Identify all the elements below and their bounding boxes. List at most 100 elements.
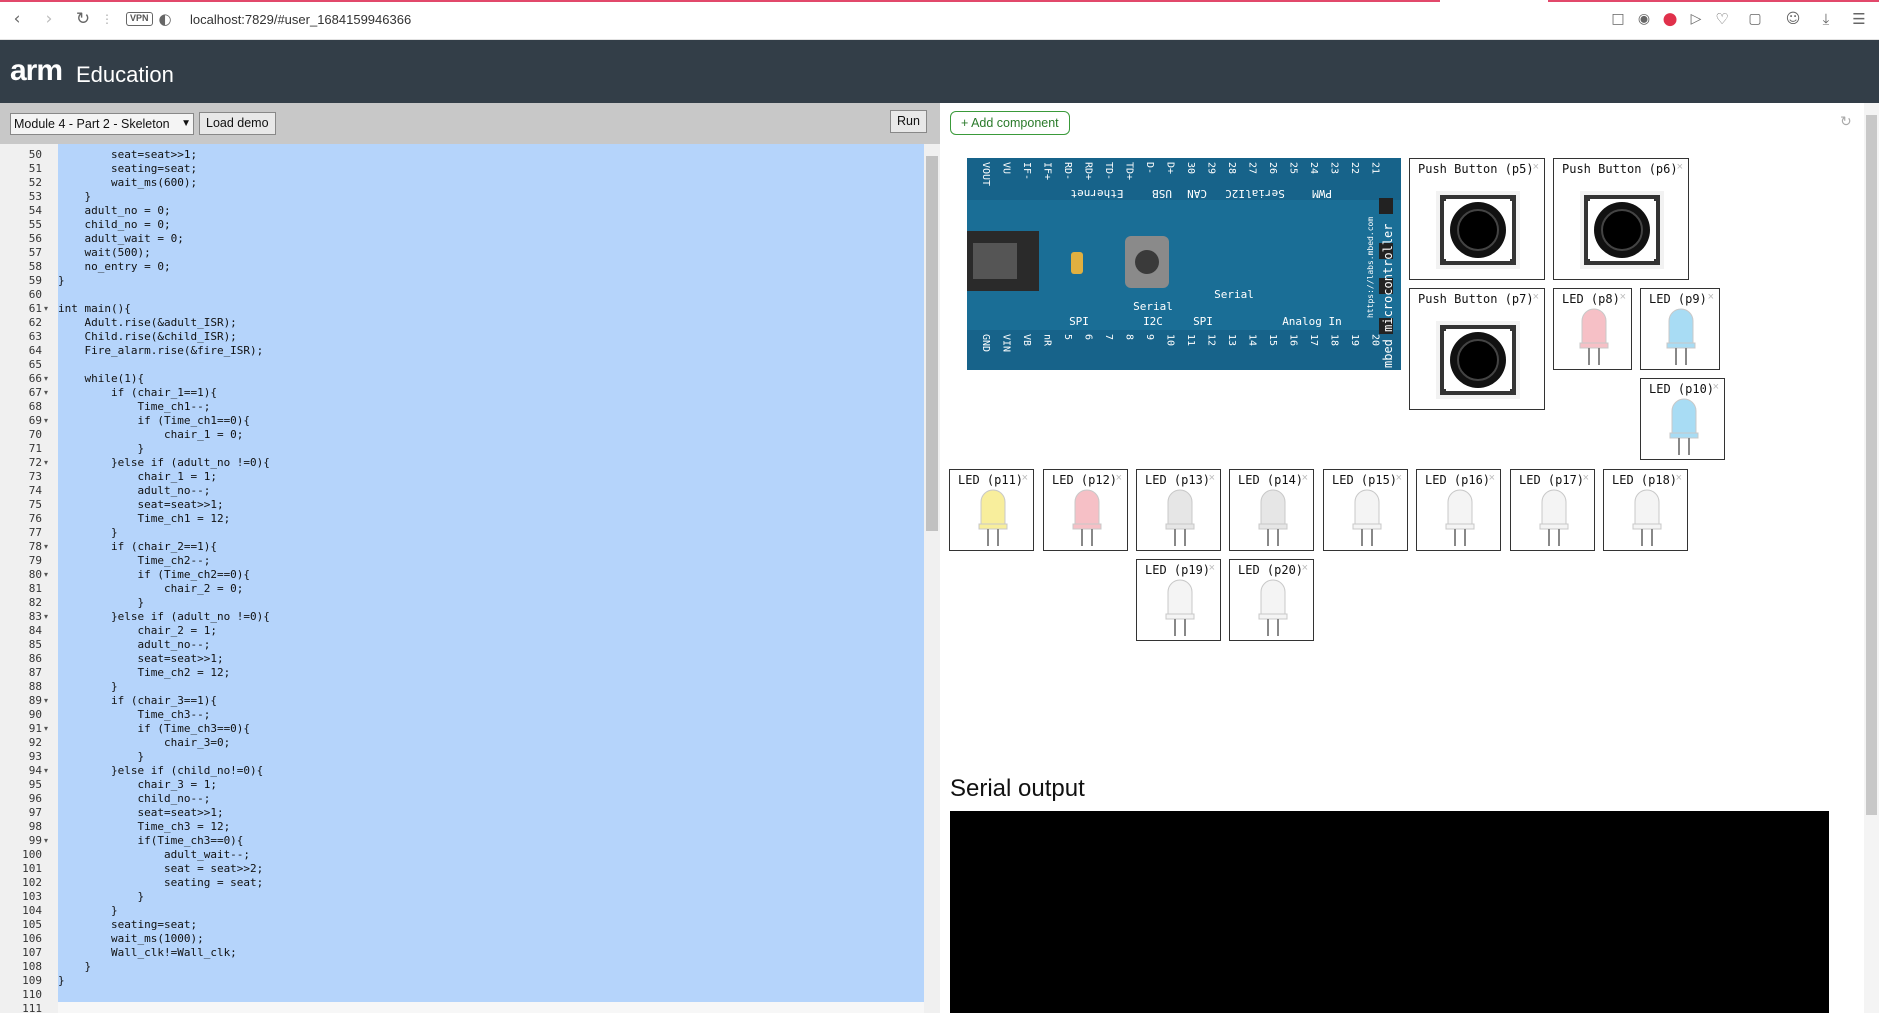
- push-button-icon[interactable]: [1574, 187, 1670, 273]
- send-icon[interactable]: ▷: [1685, 8, 1707, 30]
- fold-toggle-icon[interactable]: ▾: [44, 764, 48, 778]
- code-line[interactable]: int main(){: [58, 302, 131, 316]
- code-line[interactable]: wait_ms(1000);: [58, 932, 204, 946]
- led-component[interactable]: LED (p8) ×: [1553, 288, 1632, 370]
- heart-icon[interactable]: ♡: [1711, 8, 1733, 30]
- code-line[interactable]: Time_ch2 = 12;: [58, 666, 230, 680]
- led-component[interactable]: LED (p20) ×: [1229, 559, 1314, 641]
- close-icon[interactable]: ×: [1302, 562, 1308, 574]
- code-line[interactable]: wait(500);: [58, 246, 150, 260]
- close-icon[interactable]: ×: [1209, 562, 1215, 574]
- push-button-icon[interactable]: [1430, 317, 1526, 403]
- close-icon[interactable]: ×: [1022, 472, 1028, 484]
- code-line[interactable]: }: [58, 274, 65, 288]
- led-component[interactable]: LED (p11) ×: [949, 469, 1034, 551]
- code-line[interactable]: seat=seat>>1;: [58, 806, 223, 820]
- code-line[interactable]: no_entry = 0;: [58, 260, 170, 274]
- fold-toggle-icon[interactable]: ▾: [44, 372, 48, 386]
- close-icon[interactable]: ×: [1489, 472, 1495, 484]
- code-line[interactable]: }: [58, 680, 118, 694]
- close-icon[interactable]: ×: [1677, 161, 1683, 173]
- led-component[interactable]: LED (p19) ×: [1136, 559, 1221, 641]
- close-icon[interactable]: ×: [1116, 472, 1122, 484]
- led-component[interactable]: LED (p18) ×: [1603, 469, 1688, 551]
- download-icon[interactable]: ⤓: [1815, 8, 1837, 30]
- code-line[interactable]: }else if (child_no!=0){: [58, 764, 263, 778]
- led-component[interactable]: LED (p13) ×: [1136, 469, 1221, 551]
- code-line[interactable]: chair_2 = 0;: [58, 582, 243, 596]
- code-line[interactable]: Time_ch3 = 12;: [58, 820, 230, 834]
- code-line[interactable]: }: [58, 904, 118, 918]
- code-line[interactable]: adult_no = 0;: [58, 204, 170, 218]
- fold-toggle-icon[interactable]: ▾: [44, 414, 48, 428]
- code-line[interactable]: seat=seat>>1;: [58, 652, 223, 666]
- load-demo-button[interactable]: Load demo: [199, 112, 276, 135]
- led-component[interactable]: LED (p12) ×: [1043, 469, 1128, 551]
- fold-toggle-icon[interactable]: ▾: [44, 540, 48, 554]
- fold-toggle-icon[interactable]: ▾: [44, 386, 48, 400]
- code-line[interactable]: if (Time_ch2==0){: [58, 568, 250, 582]
- fold-toggle-icon[interactable]: ▾: [44, 456, 48, 470]
- code-line[interactable]: }: [58, 974, 65, 988]
- code-line[interactable]: Time_ch3--;: [58, 708, 210, 722]
- code-line[interactable]: }: [58, 750, 144, 764]
- code-line[interactable]: while(1){: [58, 372, 144, 386]
- close-icon[interactable]: ×: [1302, 472, 1308, 484]
- led-component[interactable]: LED (p17) ×: [1510, 469, 1595, 551]
- code-line[interactable]: seating=seat;: [58, 162, 197, 176]
- code-line[interactable]: child_no--;: [58, 792, 210, 806]
- camera-icon[interactable]: ◉: [1633, 8, 1655, 30]
- editor-scrollbar-thumb[interactable]: [926, 156, 938, 531]
- code-line[interactable]: if (chair_2==1){: [58, 540, 217, 554]
- fold-toggle-icon[interactable]: ▾: [44, 722, 48, 736]
- back-icon[interactable]: ‹: [6, 8, 28, 30]
- code-line[interactable]: adult_wait = 0;: [58, 232, 183, 246]
- code-line[interactable]: seat=seat>>1;: [58, 148, 197, 162]
- push-button-component[interactable]: Push Button (p6) ×: [1553, 158, 1689, 280]
- simulator-scrollbar-thumb[interactable]: [1866, 115, 1877, 815]
- refresh-icon[interactable]: ↻: [1840, 113, 1852, 130]
- code-line[interactable]: adult_wait--;: [58, 848, 250, 862]
- menu-icon[interactable]: ☰: [1848, 8, 1870, 30]
- led-component[interactable]: LED (p15) ×: [1323, 469, 1408, 551]
- code-line[interactable]: }: [58, 960, 91, 974]
- code-line[interactable]: seat=seat>>1;: [58, 498, 223, 512]
- address-bar[interactable]: localhost:7829/#user_1684159946366: [190, 12, 411, 27]
- close-icon[interactable]: ×: [1676, 472, 1682, 484]
- fold-toggle-icon[interactable]: ▾: [44, 302, 48, 316]
- push-button-component[interactable]: Push Button (p7) ×: [1409, 288, 1545, 410]
- code-line[interactable]: seat = seat>>2;: [58, 862, 263, 876]
- fold-toggle-icon[interactable]: ▾: [44, 610, 48, 624]
- forward-icon[interactable]: ›: [38, 8, 60, 30]
- cube-icon[interactable]: ▢: [1744, 8, 1766, 30]
- code-line[interactable]: Fire_alarm.rise(&fire_ISR);: [58, 344, 263, 358]
- code-line[interactable]: }: [58, 190, 91, 204]
- code-line[interactable]: Adult.rise(&adult_ISR);: [58, 316, 236, 330]
- code-line[interactable]: Time_ch1 = 12;: [58, 512, 230, 526]
- close-icon[interactable]: ×: [1533, 291, 1539, 303]
- fold-toggle-icon[interactable]: ▾: [44, 834, 48, 848]
- code-line[interactable]: chair_1 = 0;: [58, 428, 243, 442]
- code-line[interactable]: if (chair_3==1){: [58, 694, 217, 708]
- code-line[interactable]: }: [58, 442, 144, 456]
- push-button-icon[interactable]: [1430, 187, 1526, 273]
- code-line[interactable]: adult_no--;: [58, 484, 210, 498]
- shield-icon[interactable]: ●: [1659, 8, 1681, 30]
- code-line[interactable]: Time_ch1--;: [58, 400, 210, 414]
- close-icon[interactable]: ×: [1708, 291, 1714, 303]
- code-line[interactable]: }else if (adult_no !=0){: [58, 610, 270, 624]
- code-line[interactable]: }: [58, 596, 144, 610]
- code-line[interactable]: chair_2 = 1;: [58, 624, 216, 638]
- reload-icon[interactable]: ↻: [72, 8, 94, 30]
- code-line[interactable]: Wall_clk!=Wall_clk;: [58, 946, 237, 960]
- run-button[interactable]: Run: [890, 110, 927, 133]
- code-area[interactable]: seat=seat>>1; seating=seat; wait_ms(600)…: [58, 144, 924, 1002]
- code-line[interactable]: seating = seat;: [58, 876, 263, 890]
- code-line[interactable]: Time_ch2--;: [58, 554, 210, 568]
- fold-toggle-icon[interactable]: ▾: [44, 568, 48, 582]
- code-line[interactable]: }else if (adult_no !=0){: [58, 456, 270, 470]
- code-line[interactable]: if(Time_ch3==0){: [58, 834, 243, 848]
- vpn-badge[interactable]: VPN: [126, 12, 153, 26]
- code-editor[interactable]: 50 51 52 53 54 55 56 57 58 59 60 61 ▾ 62 63 64 65 66 ▾ 67 ▾ 6…: [0, 144, 940, 1015]
- code-line[interactable]: }: [58, 526, 118, 540]
